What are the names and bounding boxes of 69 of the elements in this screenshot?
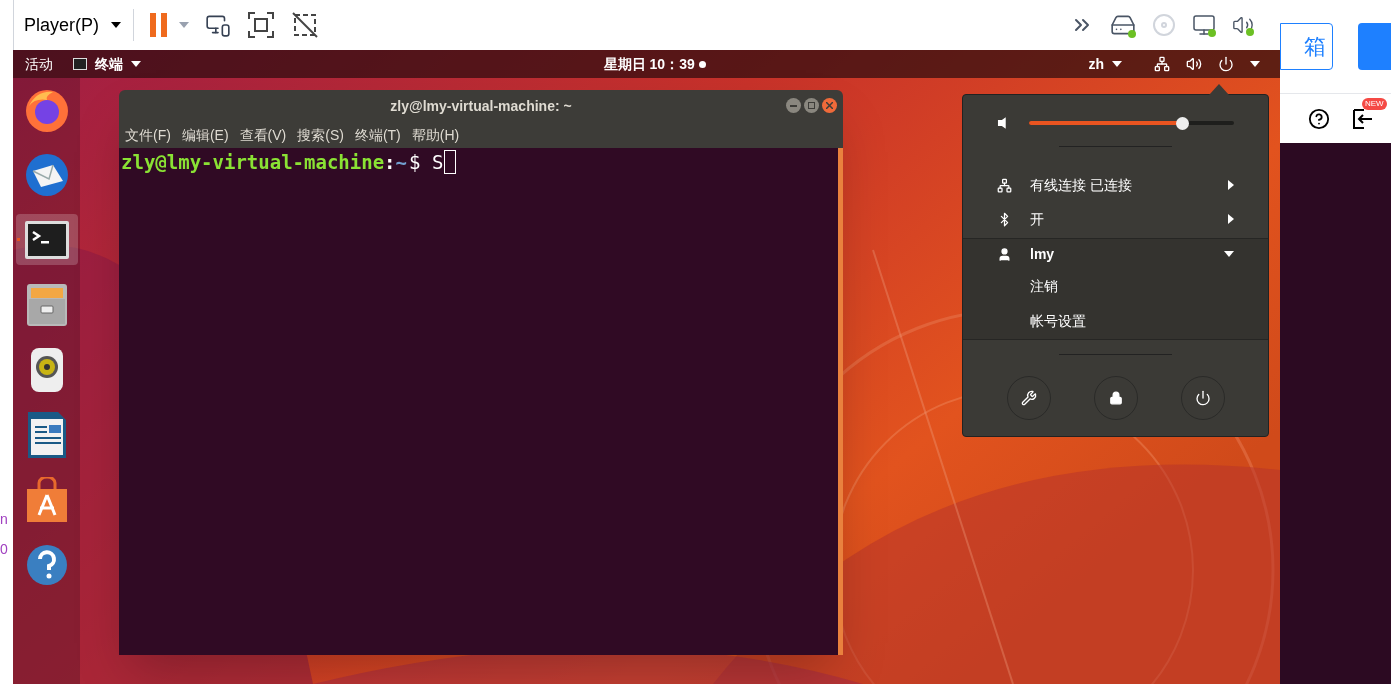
user-row[interactable]: lmy: [963, 239, 1268, 269]
menu-row[interactable]: 有线连接 已连接: [963, 168, 1268, 202]
row-label: 开: [1030, 209, 1045, 229]
app-menu[interactable]: 终端: [73, 53, 141, 75]
power-icon: [1194, 390, 1211, 406]
pause-button[interactable]: [150, 13, 167, 37]
network-icon: [997, 177, 1012, 193]
speaker-icon[interactable]: [1232, 14, 1254, 36]
volume-slider[interactable]: [1028, 116, 1234, 130]
menu-item[interactable]: 文件(F): [125, 125, 171, 146]
edge-text: 0: [0, 540, 8, 559]
document-icon: [26, 410, 67, 459]
pause-menu-caret-icon: [179, 22, 189, 28]
menu-item[interactable]: 帮助(H): [411, 125, 460, 146]
window-title: zly@lmy-virtual-machine: ~: [390, 97, 572, 116]
person-icon: [997, 246, 1012, 262]
text-cursor: [444, 150, 457, 174]
wrench-icon: [1020, 390, 1037, 406]
maximize-icon: [808, 102, 815, 109]
shopping-bag-icon: [24, 476, 69, 523]
terminal-app-icon: [23, 219, 70, 260]
unity-mode-icon[interactable]: [291, 11, 319, 39]
system-menu-caret-icon: [1250, 61, 1260, 67]
drafts-button[interactable]: 箱: [1280, 23, 1333, 70]
volume-icon[interactable]: [1186, 56, 1202, 72]
terminal-icon: [73, 58, 87, 70]
close-icon: [826, 102, 833, 109]
submenu-arrow-icon: [1228, 180, 1234, 190]
menu-row[interactable]: 开: [963, 202, 1268, 236]
power-icon[interactable]: [1218, 56, 1234, 72]
user-name: lmy: [1030, 244, 1056, 264]
clock[interactable]: 星期日 10：39: [603, 53, 695, 75]
minimize-icon: [790, 104, 797, 107]
prompt-path: ~: [395, 150, 407, 175]
expand-caret-icon: [1224, 251, 1234, 257]
submenu-arrow-icon: [1228, 214, 1234, 224]
caret-icon: [131, 61, 141, 67]
user-menu-item[interactable]: 注销: [963, 269, 1268, 304]
minimize-button[interactable]: [786, 98, 801, 113]
monitor-icon[interactable]: [1192, 13, 1216, 37]
prompt-user-host: zly@lmy-virtual-machine: [121, 150, 385, 175]
edge-text: n: [0, 510, 8, 529]
slider-thumb[interactable]: [1175, 116, 1189, 130]
maximize-button[interactable]: [804, 98, 819, 113]
menu-item[interactable]: 编辑(E): [181, 125, 229, 146]
dock-item[interactable]: [15, 214, 78, 265]
row-label: 有线连接 已连接: [1030, 175, 1133, 195]
activities-button[interactable]: 活动: [25, 53, 53, 75]
new-badge: NEW: [1362, 97, 1387, 110]
input-method-menu[interactable]: zh: [1088, 53, 1122, 75]
file-cabinet-icon: [24, 281, 69, 328]
help-icon: [24, 542, 69, 587]
user-menu-item[interactable]: 帐号设置: [963, 304, 1268, 339]
running-indicator-icon: [16, 238, 20, 241]
caret-icon: [1112, 61, 1122, 67]
menu-item[interactable]: 搜索(S): [297, 125, 344, 146]
close-button[interactable]: [822, 98, 837, 113]
help-icon[interactable]: [1308, 107, 1330, 130]
menu-item[interactable]: 终端(T): [354, 125, 401, 146]
exit-icon[interactable]: [1352, 107, 1374, 130]
dropdown-caret-icon: [111, 22, 121, 28]
player-menu-button[interactable]: Player(P): [24, 11, 121, 39]
speaker-icon: [997, 116, 1007, 130]
menu-item[interactable]: 查看(V): [239, 125, 287, 146]
network-icon[interactable]: [1154, 56, 1170, 72]
prompt-separator: :: [384, 150, 396, 175]
command-text: $ S: [409, 150, 444, 175]
fullscreen-icon[interactable]: [247, 11, 275, 39]
lock-icon: [1108, 391, 1123, 405]
